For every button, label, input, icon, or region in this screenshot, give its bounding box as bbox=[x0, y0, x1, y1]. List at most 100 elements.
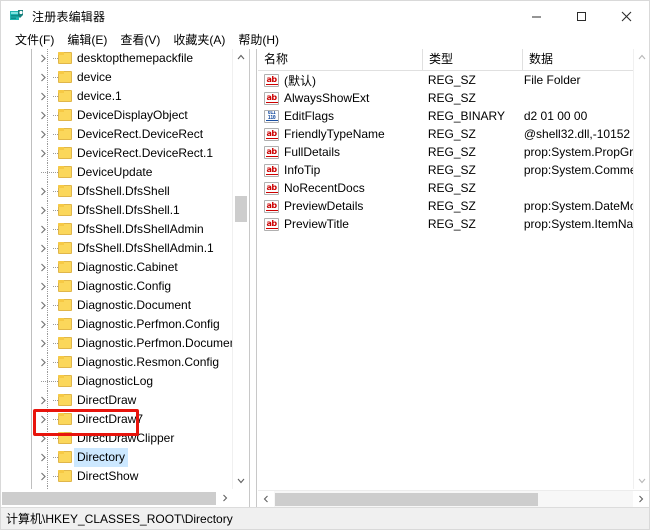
tree-item[interactable]: Diagnostic.Perfmon.Document bbox=[1, 334, 233, 353]
menu-view[interactable]: 查看(V) bbox=[114, 32, 167, 49]
tree-item-label: Diagnostic.Config bbox=[77, 279, 172, 293]
menu-help[interactable]: 帮助(H) bbox=[232, 32, 286, 49]
maximize-button[interactable] bbox=[559, 1, 604, 31]
content-panes: desktopthemepackfile device device.1 Device… bbox=[1, 49, 649, 507]
list-scroll-left-button[interactable] bbox=[258, 491, 274, 507]
value-name: PreviewTitle bbox=[284, 217, 349, 231]
tree-item-label: DirectDraw bbox=[77, 393, 137, 407]
tree-connector-vertical bbox=[47, 49, 48, 68]
tree-connector-vertical bbox=[47, 68, 48, 87]
table-row[interactable]: ab PreviewDetails REG_SZ prop:System.DateMo… bbox=[258, 197, 633, 215]
tree-scroll-thumb[interactable] bbox=[235, 196, 247, 222]
string-value-icon: ab bbox=[264, 91, 279, 105]
tree-item[interactable]: DirectXFile bbox=[1, 486, 233, 489]
tree-connector-vertical bbox=[47, 353, 48, 372]
close-button[interactable] bbox=[604, 1, 649, 31]
pane-splitter[interactable] bbox=[249, 49, 257, 507]
tree-item[interactable]: DeviceDisplayObject bbox=[1, 106, 233, 125]
tree-item[interactable]: DfsShell.DfsShell.1 bbox=[1, 201, 233, 220]
tree-scroll-right-button[interactable] bbox=[217, 490, 233, 506]
folder-icon bbox=[58, 242, 72, 254]
tree-item[interactable]: DirectDrawClipper bbox=[1, 429, 233, 448]
table-row[interactable]: ab FriendlyTypeName REG_SZ @shell32.dll,-10… bbox=[258, 125, 633, 143]
tree-item[interactable]: DeviceUpdate bbox=[1, 163, 233, 182]
table-row[interactable]: ab NoRecentDocs REG_SZ bbox=[258, 179, 633, 197]
tree-item[interactable]: DeviceRect.DeviceRect bbox=[1, 125, 233, 144]
menu-favorites[interactable]: 收藏夹(A) bbox=[167, 32, 232, 49]
tree-item[interactable]: Diagnostic.Cabinet bbox=[1, 258, 233, 277]
registry-editor-icon bbox=[9, 8, 25, 24]
tree-item-selected[interactable]: Directory bbox=[1, 448, 233, 467]
tree-item-label: DeviceRect.DeviceRect bbox=[77, 127, 204, 141]
tree-item[interactable]: device bbox=[1, 68, 233, 87]
value-type: REG_BINARY bbox=[427, 109, 505, 123]
folder-icon bbox=[58, 470, 72, 482]
value-data: prop:System.Comment bbox=[523, 163, 633, 177]
tree-item[interactable]: DiagnosticLog bbox=[1, 372, 233, 391]
registry-tree[interactable]: desktopthemepackfile device device.1 Device… bbox=[1, 49, 233, 489]
tree-scroll-down-button[interactable] bbox=[233, 473, 248, 489]
tree-item[interactable]: DirectShow bbox=[1, 467, 233, 486]
value-data: @shell32.dll,-10152 bbox=[523, 127, 631, 141]
tree-item-label: DiagnosticLog bbox=[77, 374, 154, 388]
tree-vertical-scrollbar[interactable] bbox=[232, 49, 248, 489]
tree-item[interactable]: DfsShell.DfsShell bbox=[1, 182, 233, 201]
list-scroll-down-button[interactable] bbox=[634, 473, 649, 489]
minimize-button[interactable] bbox=[514, 1, 559, 31]
registry-tree-pane: desktopthemepackfile device device.1 Device… bbox=[1, 49, 249, 507]
registry-values-list[interactable]: ab (默认) REG_SZ File Folder ab AlwaysShowExt RE… bbox=[258, 71, 633, 489]
value-type: REG_SZ bbox=[427, 73, 476, 87]
tree-item[interactable]: DfsShell.DfsShellAdmin bbox=[1, 220, 233, 239]
tree-item[interactable]: device.1 bbox=[1, 87, 233, 106]
table-row[interactable]: ab (默认) REG_SZ File Folder bbox=[258, 71, 633, 89]
tree-connector-vertical bbox=[47, 163, 48, 182]
tree-item[interactable]: desktopthemepackfile bbox=[1, 49, 233, 68]
tree-item[interactable]: Diagnostic.Document bbox=[1, 296, 233, 315]
table-row[interactable]: ab InfoTip REG_SZ prop:System.Comment bbox=[258, 161, 633, 179]
folder-icon bbox=[58, 71, 72, 83]
string-value-icon: ab bbox=[264, 163, 279, 177]
value-name: InfoTip bbox=[284, 163, 321, 177]
value-type: REG_SZ bbox=[427, 127, 476, 141]
menu-file[interactable]: 文件(F) bbox=[9, 32, 61, 49]
folder-icon bbox=[58, 299, 72, 311]
tree-item[interactable]: DfsShell.DfsShellAdmin.1 bbox=[1, 239, 233, 258]
list-scroll-right-button[interactable] bbox=[633, 491, 649, 507]
column-header-data[interactable]: 数据 bbox=[523, 49, 633, 71]
tree-scroll-up-button[interactable] bbox=[233, 49, 248, 65]
window-controls bbox=[514, 1, 649, 31]
column-header-name[interactable]: 名称 bbox=[258, 49, 423, 71]
list-horizontal-scrollbar[interactable] bbox=[258, 490, 649, 507]
string-value-icon: ab bbox=[264, 145, 279, 159]
tree-horizontal-scrollbar[interactable] bbox=[1, 490, 233, 507]
list-hscroll-thumb[interactable] bbox=[275, 493, 538, 506]
tree-item[interactable]: Diagnostic.Perfmon.Config bbox=[1, 315, 233, 334]
folder-icon bbox=[58, 261, 72, 273]
tree-item-label: Diagnostic.Perfmon.Document bbox=[77, 336, 233, 350]
tree-connector-vertical bbox=[47, 239, 48, 258]
column-header-type[interactable]: 类型 bbox=[423, 49, 523, 71]
tree-item-label: DfsShell.DfsShell.1 bbox=[77, 203, 180, 217]
tree-item-label: Diagnostic.Perfmon.Config bbox=[77, 317, 220, 331]
tree-item[interactable]: DirectDraw7 bbox=[1, 410, 233, 429]
tree-item[interactable]: Diagnostic.Config bbox=[1, 277, 233, 296]
folder-icon bbox=[58, 318, 72, 330]
menu-edit[interactable]: 编辑(E) bbox=[61, 32, 114, 49]
tree-connector-vertical bbox=[47, 277, 48, 296]
title-bar[interactable]: 注册表编辑器 bbox=[1, 1, 649, 31]
tree-hscroll-thumb[interactable] bbox=[2, 492, 216, 505]
value-type: REG_SZ bbox=[427, 91, 476, 105]
tree-item[interactable]: DeviceRect.DeviceRect.1 bbox=[1, 144, 233, 163]
table-row[interactable]: ab AlwaysShowExt REG_SZ bbox=[258, 89, 633, 107]
table-row[interactable]: ab PreviewTitle REG_SZ prop:System.ItemNam bbox=[258, 215, 633, 233]
table-row[interactable]: 011 110 EditFlags REG_BINARY d2 01 00 00 bbox=[258, 107, 633, 125]
tree-item-label: DirectXFile bbox=[77, 486, 136, 489]
value-name: EditFlags bbox=[284, 109, 335, 123]
tree-item[interactable]: DirectDraw bbox=[1, 391, 233, 410]
list-scroll-up-button[interactable] bbox=[634, 49, 649, 65]
list-vertical-scrollbar[interactable] bbox=[633, 49, 649, 489]
tree-item-label: DfsShell.DfsShellAdmin.1 bbox=[77, 241, 214, 255]
table-row[interactable]: ab FullDetails REG_SZ prop:System.PropGrou bbox=[258, 143, 633, 161]
tree-item[interactable]: Diagnostic.Resmon.Config bbox=[1, 353, 233, 372]
value-type: REG_SZ bbox=[427, 217, 476, 231]
